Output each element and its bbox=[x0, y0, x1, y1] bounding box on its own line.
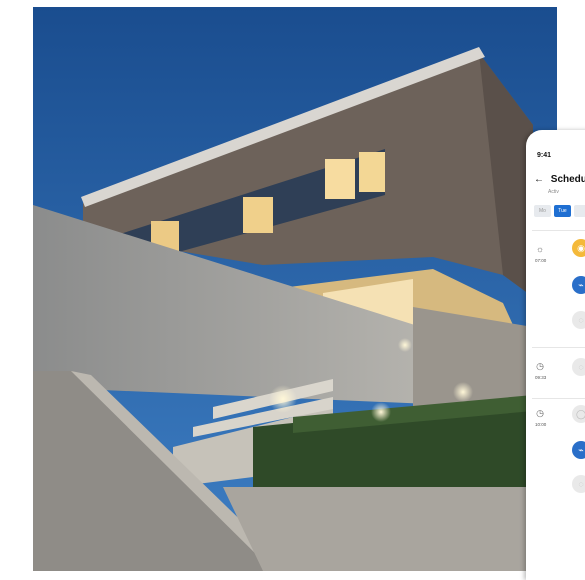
status-time: 9:41 bbox=[537, 152, 552, 159]
time-label: 09:33 bbox=[535, 375, 547, 380]
page-title: Schedul bbox=[550, 174, 585, 185]
phone-mockup: 9:41 ← Schedul Activ Mo Tue ☼ 07:00 ◉ ⌁ … bbox=[526, 130, 585, 580]
schedule-header: ← Schedul bbox=[534, 174, 585, 185]
plug-icon[interactable]: ⌁ bbox=[572, 276, 585, 294]
light-bulb-off-icon[interactable]: ◯ bbox=[572, 405, 585, 423]
schedule-card-3[interactable]: ◷ 10:00 ◯ ⌁ ◌ bbox=[532, 398, 585, 519]
house-photo bbox=[33, 7, 557, 571]
device-off-icon[interactable]: ◌ bbox=[572, 311, 585, 329]
plug-icon[interactable]: ⌁ bbox=[572, 441, 585, 459]
schedule-card-2[interactable]: ◷ 09:33 ◌ bbox=[532, 347, 585, 398]
light-bulb-icon[interactable]: ◉ bbox=[572, 239, 585, 257]
device-off-icon[interactable]: ◌ bbox=[572, 358, 585, 376]
time-label: 10:00 bbox=[535, 422, 547, 427]
day-tab-mo[interactable]: Mo bbox=[534, 205, 551, 217]
clock-icon: ◷ bbox=[536, 360, 544, 371]
day-tab-wed[interactable] bbox=[574, 205, 585, 217]
sunrise-icon: ☼ bbox=[535, 244, 545, 254]
time-label: 07:00 bbox=[535, 258, 547, 263]
clock-icon: ◷ bbox=[536, 407, 544, 418]
back-arrow-icon[interactable]: ← bbox=[534, 174, 544, 185]
schedule-card-1[interactable]: ☼ 07:00 ◉ ⌁ ◌ bbox=[532, 230, 585, 347]
day-selector: Mo Tue bbox=[534, 205, 585, 217]
day-tab-tue[interactable]: Tue bbox=[554, 205, 571, 217]
device-off-icon[interactable]: ◌ bbox=[572, 475, 585, 493]
page-subtitle: Activ bbox=[548, 189, 559, 195]
